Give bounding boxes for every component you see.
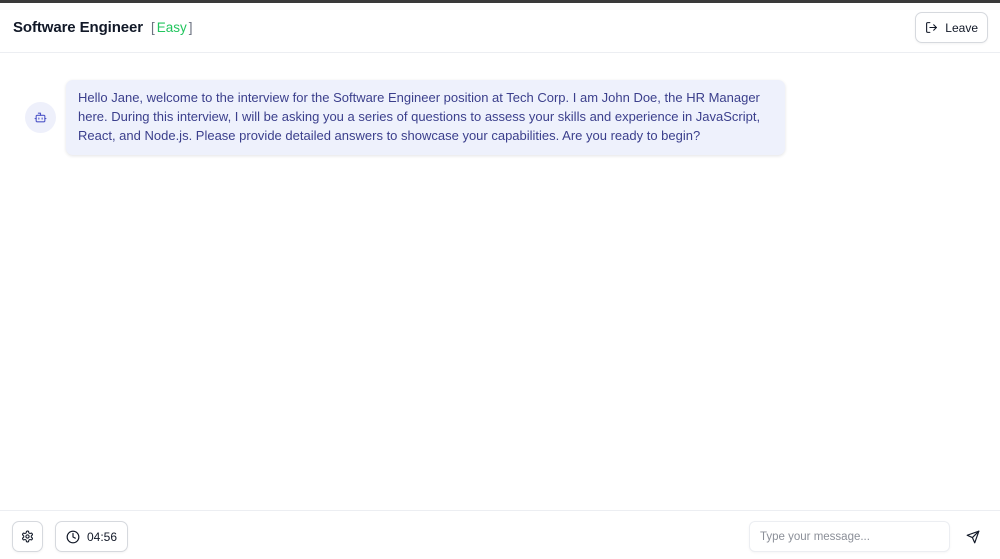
leave-button-label: Leave (945, 20, 978, 35)
send-button[interactable] (958, 522, 988, 552)
message-row: Hello Jane, welcome to the interview for… (25, 80, 785, 156)
timer-value: 04:56 (87, 529, 118, 544)
clock-icon (66, 530, 80, 543)
bot-avatar (25, 102, 56, 134)
difficulty-bracket-open: [ (151, 20, 155, 35)
interview-app: Software Engineer [Easy] Leave Hello Jan… (0, 0, 1000, 559)
footer-bar: 04:56 (0, 510, 1000, 559)
header: Software Engineer [Easy] Leave (0, 3, 1000, 53)
log-out-icon (926, 22, 938, 33)
message-bubble: Hello Jane, welcome to the interview for… (66, 80, 785, 156)
message-list: Hello Jane, welcome to the interview for… (0, 54, 1000, 510)
title-group: Software Engineer [Easy] (13, 19, 193, 36)
send-icon (966, 530, 980, 543)
bot-icon (34, 112, 47, 123)
page-title: Software Engineer (13, 19, 143, 36)
difficulty-bracket-close: ] (188, 20, 193, 35)
difficulty-badge: [Easy] (151, 20, 193, 35)
settings-button[interactable] (12, 521, 43, 552)
difficulty-label: Easy (156, 20, 187, 35)
timer: 04:56 (55, 521, 129, 552)
leave-button[interactable]: Leave (915, 12, 988, 43)
gear-icon (22, 530, 33, 543)
message-input[interactable] (749, 521, 950, 552)
